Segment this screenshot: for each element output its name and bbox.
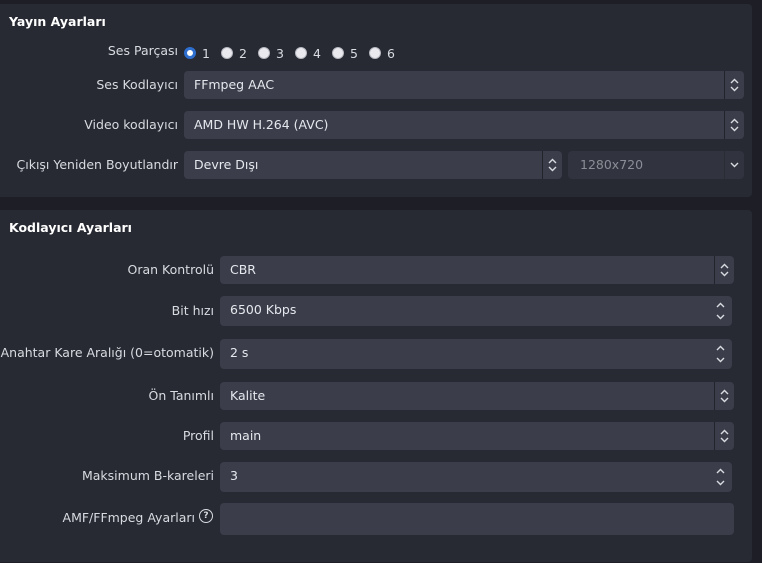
audio-track-radio-4[interactable]	[295, 47, 307, 59]
profile-value: main	[230, 428, 262, 443]
updown-chevron-icon	[542, 151, 562, 179]
audio-track-label: Ses Parçası	[107, 43, 178, 58]
preset-select[interactable]: Kalite	[220, 382, 734, 410]
video-encoder-label: Video kodlayıcı	[84, 117, 178, 132]
max-bframes-label: Maksimum B-kareleri	[81, 468, 214, 483]
profile-label: Profil	[182, 428, 214, 443]
bitrate-spinbox[interactable]: 6500 Kbps	[220, 296, 732, 326]
updown-chevron-icon	[714, 256, 734, 284]
chevron-down-icon	[724, 151, 744, 179]
audio-track-option-4: 4	[313, 46, 321, 61]
audio-track-radio-1[interactable]	[184, 47, 196, 59]
amf-options-label: AMF/FFmpeg Ayarları	[62, 510, 195, 525]
audio-track-option-6: 6	[387, 46, 395, 61]
rescale-resolution-combobox[interactable]: 1280x720	[568, 151, 744, 179]
profile-select[interactable]: main	[220, 422, 734, 450]
keyframe-interval-label: Anahtar Kare Aralığı (0=otomatik)	[0, 345, 214, 360]
rescale-output-label: Çıkışı Yeniden Boyutlandır	[16, 157, 179, 172]
rescale-resolution-value: 1280x720	[580, 157, 644, 172]
updown-chevron-icon	[714, 422, 734, 450]
stream-settings-title: Yayın Ayarları	[9, 14, 106, 29]
audio-track-option-1: 1	[202, 46, 210, 61]
bitrate-value: 6500 Kbps	[230, 302, 297, 317]
audio-track-option-2: 2	[239, 46, 247, 61]
updown-chevron-icon	[714, 382, 734, 410]
bitrate-label: Bit hızı	[171, 303, 214, 318]
max-bframes-value: 3	[230, 468, 238, 483]
updown-chevron-icon	[724, 111, 744, 139]
amf-options-input[interactable]	[220, 503, 734, 535]
help-question-icon[interactable]: ?	[199, 509, 213, 523]
preset-value: Kalite	[230, 388, 266, 403]
rate-control-value: CBR	[230, 262, 256, 277]
keyframe-interval-spinbox[interactable]: 2 s	[220, 339, 732, 369]
audio-track-radio-3[interactable]	[258, 47, 270, 59]
audio-track-radio-2[interactable]	[221, 47, 233, 59]
rate-control-label: Oran Kontrolü	[127, 262, 215, 277]
keyframe-interval-value: 2 s	[230, 345, 249, 360]
rescale-output-value: Devre Dışı	[194, 157, 259, 172]
rate-control-select[interactable]: CBR	[220, 256, 734, 284]
audio-encoder-value: FFmpeg AAC	[194, 77, 275, 92]
audio-track-radio-5[interactable]	[332, 47, 344, 59]
stream-settings-panel: Yayın Ayarları Ses Parçası 1 2 3 4 5 6 S…	[0, 4, 752, 197]
video-encoder-select[interactable]: AMD HW H.264 (AVC)	[184, 111, 744, 139]
audio-track-option-5: 5	[350, 46, 358, 61]
audio-encoder-select[interactable]: FFmpeg AAC	[184, 71, 744, 99]
rescale-output-select[interactable]: Devre Dışı	[184, 151, 562, 179]
encoder-settings-panel: Kodlayıcı Ayarları Oran Kontrolü CBR Bit…	[0, 210, 752, 562]
encoder-settings-title: Kodlayıcı Ayarları	[9, 220, 132, 235]
preset-label: Ön Tanımlı	[148, 388, 214, 403]
updown-chevron-icon	[724, 71, 744, 99]
max-bframes-spinbox[interactable]: 3	[220, 462, 732, 492]
audio-track-radio-6[interactable]	[369, 47, 381, 59]
video-encoder-value: AMD HW H.264 (AVC)	[194, 117, 329, 132]
audio-track-option-3: 3	[276, 46, 284, 61]
audio-encoder-label: Ses Kodlayıcı	[96, 77, 178, 92]
